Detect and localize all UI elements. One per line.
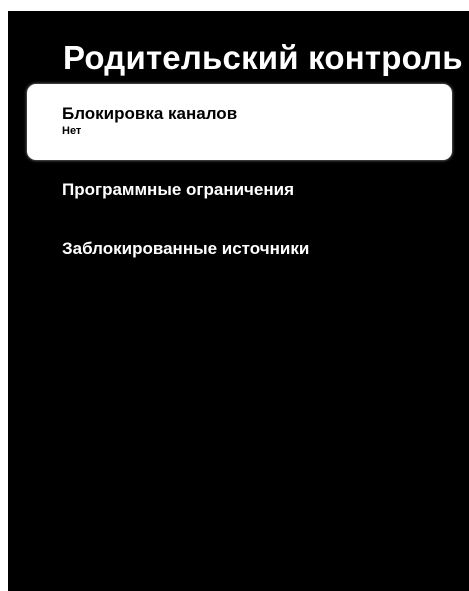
menu-item-label: Заблокированные источники — [62, 239, 310, 258]
menu-item-blocked-sources[interactable]: Заблокированные источники — [27, 239, 452, 259]
page-title: Родительский контроль — [63, 39, 463, 76]
menu-item-label: Программные ограничения — [62, 180, 295, 199]
menu-item-label: Блокировка каналов — [62, 104, 238, 123]
menu-item-value: Нет — [62, 125, 82, 137]
menu-item-channel-lock[interactable]: Блокировка каналов Нет — [27, 84, 452, 160]
tv-menu-screen: Родительский контроль Блокировка каналов… — [8, 11, 469, 591]
menu-item-program-restrictions[interactable]: Программные ограничения — [27, 180, 452, 200]
